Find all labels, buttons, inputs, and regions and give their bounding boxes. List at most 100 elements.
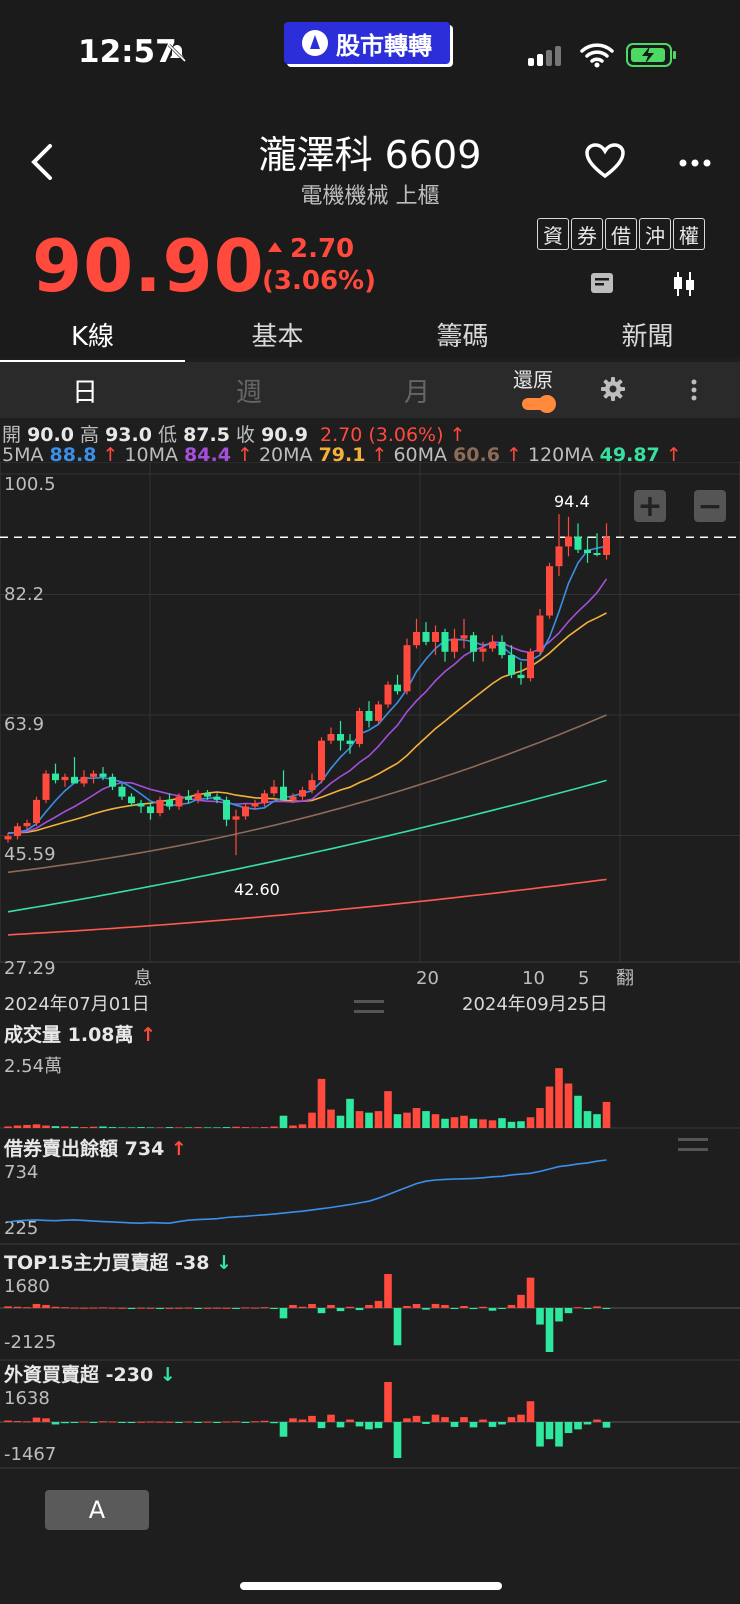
tab-basic[interactable]: 基本 — [185, 316, 370, 358]
candlestick-icon[interactable] — [672, 270, 696, 298]
volume-bar — [89, 1126, 98, 1128]
net-bar — [602, 1308, 611, 1309]
drag-handle[interactable] — [354, 1000, 384, 1013]
candle-body — [204, 793, 211, 797]
tag-quan[interactable]: 券 — [571, 218, 603, 250]
net-bar — [194, 1422, 202, 1423]
ma10-line — [7, 578, 608, 834]
net-bar — [108, 1421, 117, 1423]
net-bar — [203, 1421, 212, 1423]
net-bar — [289, 1304, 297, 1308]
tag-jie[interactable]: 借 — [605, 218, 637, 250]
tab-kline[interactable]: K線 — [0, 316, 185, 364]
volume-bar — [498, 1118, 506, 1128]
net-bar — [289, 1418, 297, 1422]
tab-chips[interactable]: 籌碼 — [370, 316, 555, 358]
stock-price: 90.90 — [32, 224, 265, 308]
candle-body — [356, 711, 363, 744]
volume-label: 成交量 1.08萬 ↑ — [4, 1024, 157, 1046]
net-bar — [137, 1421, 145, 1423]
candle-body — [346, 740, 354, 744]
candle-body — [318, 740, 325, 781]
drag-handle[interactable] — [678, 1138, 708, 1151]
ma5-line — [7, 545, 607, 835]
net-bar — [32, 1417, 41, 1422]
volume-bar — [222, 1127, 231, 1128]
chart-more-icon[interactable] — [690, 378, 698, 402]
net-bar — [374, 1300, 383, 1308]
zoom-out-button[interactable]: − — [694, 489, 726, 524]
net-bar — [232, 1308, 240, 1309]
period-month[interactable]: 月 — [404, 372, 430, 409]
net-bar — [336, 1308, 345, 1312]
volume-bar — [346, 1098, 354, 1128]
zoom-in-button[interactable]: + — [634, 489, 666, 524]
x-tick-label: 10 — [522, 968, 545, 989]
brand-text: 股市轉轉 — [336, 31, 432, 60]
net-bar — [327, 1304, 335, 1308]
net-bar — [222, 1421, 231, 1423]
net-bar — [108, 1307, 117, 1309]
candle-body — [584, 549, 591, 554]
net-bar — [450, 1308, 459, 1309]
candle-body — [99, 773, 107, 777]
volume-bar — [374, 1111, 383, 1128]
open-value: 90.0 — [27, 424, 74, 446]
volume-bar — [412, 1108, 421, 1128]
volume-bar — [593, 1114, 601, 1128]
net-bar — [61, 1422, 69, 1424]
period-day[interactable]: 日 — [72, 372, 98, 409]
volume-bar — [137, 1127, 145, 1128]
net-bar — [412, 1415, 421, 1422]
net-bar — [213, 1307, 221, 1309]
volume-bar — [365, 1112, 373, 1128]
volume-bar — [241, 1127, 250, 1128]
volume-bar — [232, 1126, 240, 1128]
tag-chong[interactable]: 沖 — [639, 218, 671, 250]
net-bar — [346, 1306, 354, 1308]
more-options-icon[interactable] — [678, 158, 712, 168]
favorite-heart-icon[interactable] — [584, 142, 626, 180]
candle-body — [156, 799, 164, 814]
net-bar — [365, 1422, 373, 1430]
candle-body — [555, 546, 563, 567]
font-size-button[interactable]: A — [45, 1490, 149, 1530]
net-bar — [517, 1414, 525, 1422]
volume-bar — [574, 1095, 582, 1128]
net-bar — [241, 1422, 250, 1423]
net-bar — [403, 1305, 411, 1308]
net-bar — [583, 1308, 592, 1310]
candle-body — [128, 796, 135, 804]
net-bar — [99, 1307, 107, 1309]
period-week[interactable]: 週 — [236, 372, 262, 409]
net-bar — [507, 1417, 516, 1422]
net-bar — [251, 1421, 259, 1423]
volume-bar — [488, 1120, 497, 1128]
candle-body — [517, 674, 525, 679]
candle-body — [23, 822, 31, 827]
tag-quan-right[interactable]: 權 — [673, 218, 705, 250]
net-bar — [89, 1422, 98, 1423]
net-bar — [61, 1307, 69, 1309]
net-bar — [118, 1307, 126, 1309]
volume-bar — [213, 1127, 221, 1128]
volume-bar — [441, 1118, 449, 1128]
home-indicator[interactable] — [240, 1582, 502, 1590]
candle-body — [432, 632, 439, 642]
net-bar — [156, 1421, 164, 1423]
tab-news[interactable]: 新聞 — [555, 316, 740, 358]
candlestick-chart[interactable] — [0, 462, 740, 992]
candle-body — [508, 655, 515, 675]
candle-body — [489, 641, 496, 649]
net-bar — [298, 1306, 307, 1308]
candle-body — [137, 803, 145, 807]
battery-charging-icon — [626, 43, 676, 67]
volume-bar — [450, 1117, 459, 1128]
note-icon[interactable] — [590, 272, 614, 298]
net-bar — [393, 1422, 402, 1458]
restore-toggle[interactable] — [522, 395, 556, 413]
y-tick-label: 63.9 — [4, 714, 45, 735]
settings-gear-icon[interactable] — [600, 376, 626, 402]
candle-body — [270, 786, 278, 794]
tag-zi[interactable]: 資 — [537, 218, 569, 250]
